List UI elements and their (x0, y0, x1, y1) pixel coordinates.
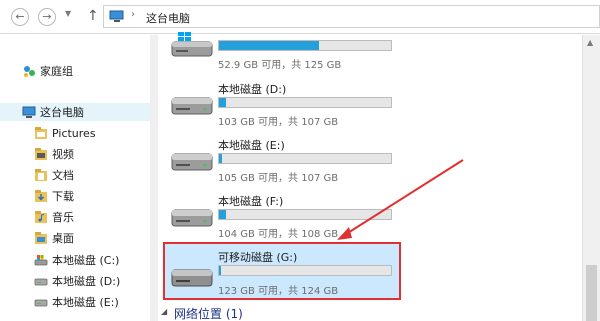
system-drive-icon (34, 255, 48, 266)
up-arrow-icon[interactable]: ↑ (87, 8, 99, 24)
nav-item-label: 视频 (52, 148, 74, 161)
nav-item-label: 文档 (52, 169, 74, 182)
drive-usage-fill (219, 98, 226, 107)
removable-drive-icon[interactable] (170, 262, 214, 292)
drive-g-name[interactable]: 可移动磁盘 (G:) (218, 249, 297, 265)
breadcrumb-this-pc[interactable]: 这台电脑 (146, 10, 190, 26)
drive-d-space-info: 103 GB 可用，共 107 GB (218, 117, 339, 128)
nav-item-pictures[interactable]: Pictures (34, 124, 96, 142)
drive-0-usage-bar (218, 40, 392, 51)
this-pc-icon (109, 10, 124, 22)
drive-e-name[interactable]: 本地磁盘 (E:) (218, 137, 285, 153)
nav-homegroup-label: 家庭组 (40, 65, 73, 78)
drive-f-usage-bar (218, 209, 392, 220)
drive-usage-fill (219, 266, 221, 275)
drive-usage-fill (219, 154, 223, 163)
pictures-folder-icon (35, 127, 47, 139)
drive-d-usage-bar (218, 97, 392, 108)
navigation-pane: 家庭组 这台电脑 Pictures 视频 文档 下载 音乐 桌面 本地磁盘 (C… (0, 35, 150, 321)
drive-icon[interactable] (170, 202, 214, 232)
drive-0-space-info: 52.9 GB 可用，共 125 GB (218, 60, 342, 71)
nav-item-label: 桌面 (52, 232, 74, 245)
collapse-chevron-icon[interactable]: ◢ (161, 307, 167, 316)
forward-button[interactable]: → (38, 8, 56, 26)
videos-folder-icon (35, 148, 47, 160)
drive-icon[interactable] (170, 90, 214, 120)
system-drive-icon (171, 32, 213, 57)
drive-icon (34, 299, 48, 307)
drive-icon (34, 278, 48, 286)
nav-item-label: 下载 (52, 190, 74, 203)
this-pc-icon (22, 106, 36, 118)
network-locations-group-header[interactable]: 网络位置 (1) (174, 305, 243, 321)
drive-icon[interactable] (170, 146, 214, 176)
desktop-folder-icon (35, 232, 47, 244)
nav-homegroup[interactable]: 家庭组 (22, 62, 73, 80)
nav-item-drive-e[interactable]: 本地磁盘 (E:) (34, 293, 119, 311)
nav-item-label: Pictures (52, 126, 96, 140)
drive-g-space-info: 123 GB 可用，共 124 GB (218, 286, 339, 297)
address-toolbar: ← → ▼ ↑ › 这台电脑 (0, 0, 600, 34)
scroll-up-arrow-icon[interactable]: ▲ (587, 38, 593, 47)
nav-this-pc-label: 这台电脑 (40, 106, 84, 119)
nav-item-drive-d[interactable]: 本地磁盘 (D:) (34, 272, 120, 290)
drive-usage-fill (219, 41, 319, 50)
drive-e-space-info: 105 GB 可用，共 107 GB (218, 173, 339, 184)
scrollbar-thumb[interactable] (586, 265, 597, 321)
nav-item-documents[interactable]: 文档 (34, 166, 74, 184)
drive-d-name[interactable]: 本地磁盘 (D:) (218, 81, 286, 97)
drive-usage-fill (219, 210, 226, 219)
nav-item-desktop[interactable]: 桌面 (34, 229, 74, 247)
nav-item-label: 本地磁盘 (E:) (52, 296, 119, 309)
recent-locations-chevron-icon[interactable]: ▼ (65, 9, 71, 18)
nav-item-music[interactable]: 音乐 (34, 208, 74, 226)
drive-e-usage-bar (218, 153, 392, 164)
navigation-pane-scrollbar[interactable] (150, 35, 158, 321)
nav-item-downloads[interactable]: 下载 (34, 187, 74, 205)
homegroup-icon (24, 66, 35, 77)
drive-g-usage-bar (218, 265, 392, 276)
documents-folder-icon (35, 169, 47, 181)
address-field[interactable]: › 这台电脑 (103, 5, 600, 28)
breadcrumb-separator[interactable]: › (131, 9, 135, 20)
nav-item-label: 音乐 (52, 211, 74, 224)
downloads-folder-icon (35, 190, 47, 202)
back-button[interactable]: ← (11, 8, 29, 26)
drive-f-name[interactable]: 本地磁盘 (F:) (218, 193, 283, 209)
nav-item-videos[interactable]: 视频 (34, 145, 74, 163)
nav-item-label: 本地磁盘 (D:) (52, 275, 121, 288)
music-folder-icon (35, 211, 47, 223)
drive-f-space-info: 104 GB 可用，共 108 GB (218, 229, 339, 240)
nav-this-pc[interactable]: 这台电脑 (0, 103, 150, 121)
content-scrollbar[interactable]: ▲ (582, 35, 600, 321)
nav-item-drive-c[interactable]: 本地磁盘 (C:) (34, 251, 119, 269)
nav-item-label: 本地磁盘 (C:) (52, 254, 120, 267)
